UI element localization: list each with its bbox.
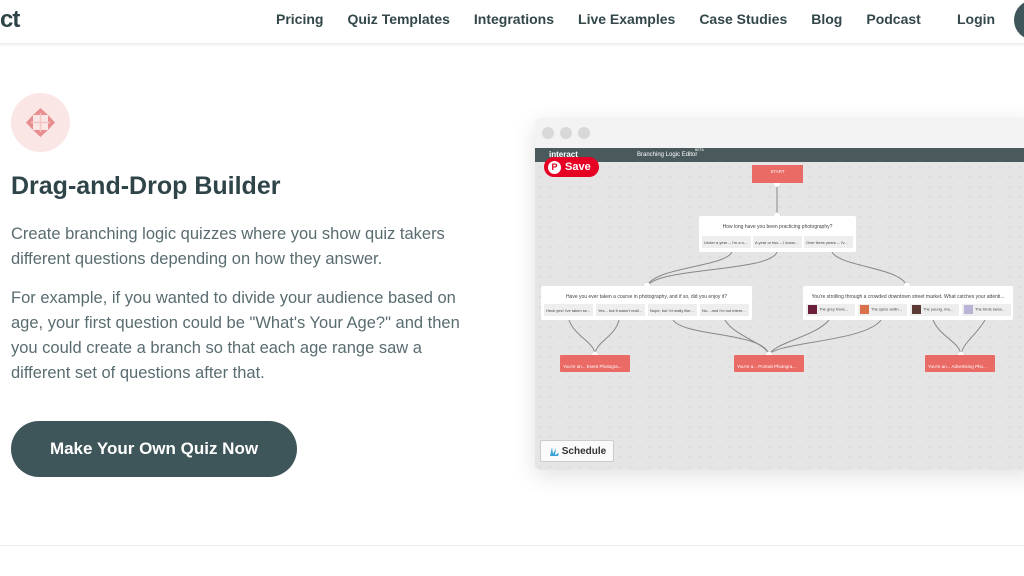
question-node[interactable]: Have you ever taken a course in photogra… [541,286,752,320]
result-node[interactable]: You're a... Portrait Photogra... [734,355,804,372]
editor-title: Branching Logic Editor [637,152,698,158]
logic-canvas[interactable]: START How long have you been practicing … [535,162,1024,470]
example-paragraph: For example, if you wanted to divide you… [11,289,460,382]
signup-button[interactable] [1014,0,1024,40]
answer-option[interactable]: A year or two -- I know... [753,236,802,248]
move-arrows-icon [11,93,70,152]
pinterest-save-button[interactable]: P Save [544,157,599,177]
nav-quiz-templates[interactable]: Quiz Templates [347,11,449,27]
window-dot [542,127,554,139]
answer-option[interactable]: Yes... but it wasn't reall... [596,304,645,316]
question-node[interactable]: You're strolling through a crowded downt… [803,286,1013,320]
answer-image [808,305,817,314]
section-divider [0,545,1024,546]
beta-badge: BETA [695,148,704,152]
nav-integrations[interactable]: Integrations [474,11,554,27]
nav-pricing[interactable]: Pricing [276,11,323,27]
editor-header: interact Branching Logic Editor BETA [535,148,1024,162]
top-nav: ct Pricing Quiz Templates Integrations L… [0,0,1024,44]
answer-option[interactable]: Over three years -- I'v... [804,236,853,248]
answer-option[interactable]: The birds swoo... [962,304,1011,316]
schedule-button[interactable]: Schedule [540,440,614,462]
logo[interactable]: ct [0,6,20,34]
window-dot [578,127,590,139]
schedule-label: Schedule [561,445,607,457]
answer-option[interactable]: The young, ma... [910,304,959,316]
question-text: How long have you been practicing photog… [722,224,833,230]
answer-image [912,305,921,314]
answer-label: The spice sellin... [871,306,902,312]
window-dot [560,127,572,139]
answer-option[interactable]: No... and I'm not intere... [700,304,749,316]
answer-label: The birds swoo... [975,306,1006,312]
result-node[interactable]: You're an... Advertising Pho... [925,355,995,372]
question-text: Have you ever taken a course in photogra… [565,294,728,300]
nav-podcast[interactable]: Podcast [866,11,920,27]
nav-blog[interactable]: Blog [811,11,842,27]
nav-live-examples[interactable]: Live Examples [578,11,675,27]
answer-option[interactable]: Heck yes! I've taken se... [544,304,593,316]
schedule-logo-icon [549,447,559,456]
result-node[interactable]: You're an... Event Photogra... [560,355,630,372]
answer-image [964,305,973,314]
save-label: Save [565,161,591,173]
pinterest-icon: P [548,160,561,174]
intro-paragraph: Create branching logic quizzes where you… [11,225,445,268]
answer-label: The grey trans... [819,306,849,312]
answer-label: The young, ma... [923,306,954,312]
answer-option[interactable]: Under a year -- I'm a n... [702,236,751,248]
make-quiz-button[interactable]: Make Your Own Quiz Now [11,421,297,477]
answer-option[interactable]: The spice sellin... [858,304,907,316]
answer-option[interactable]: Nope, but I'd really like... [648,304,697,316]
answer-image [860,305,869,314]
start-node[interactable]: START [752,165,803,183]
question-text: You're strolling through a crowded downt… [811,294,1005,300]
question-node[interactable]: How long have you been practicing photog… [699,216,856,252]
nav-case-studies[interactable]: Case Studies [699,11,787,27]
answer-option[interactable]: The grey trans... [806,304,855,316]
editor-screenshot: interact Branching Logic Editor BETA STA… [535,118,1024,470]
section-title: Drag-and-Drop Builder [11,172,281,200]
login-link[interactable]: Login [957,11,995,27]
